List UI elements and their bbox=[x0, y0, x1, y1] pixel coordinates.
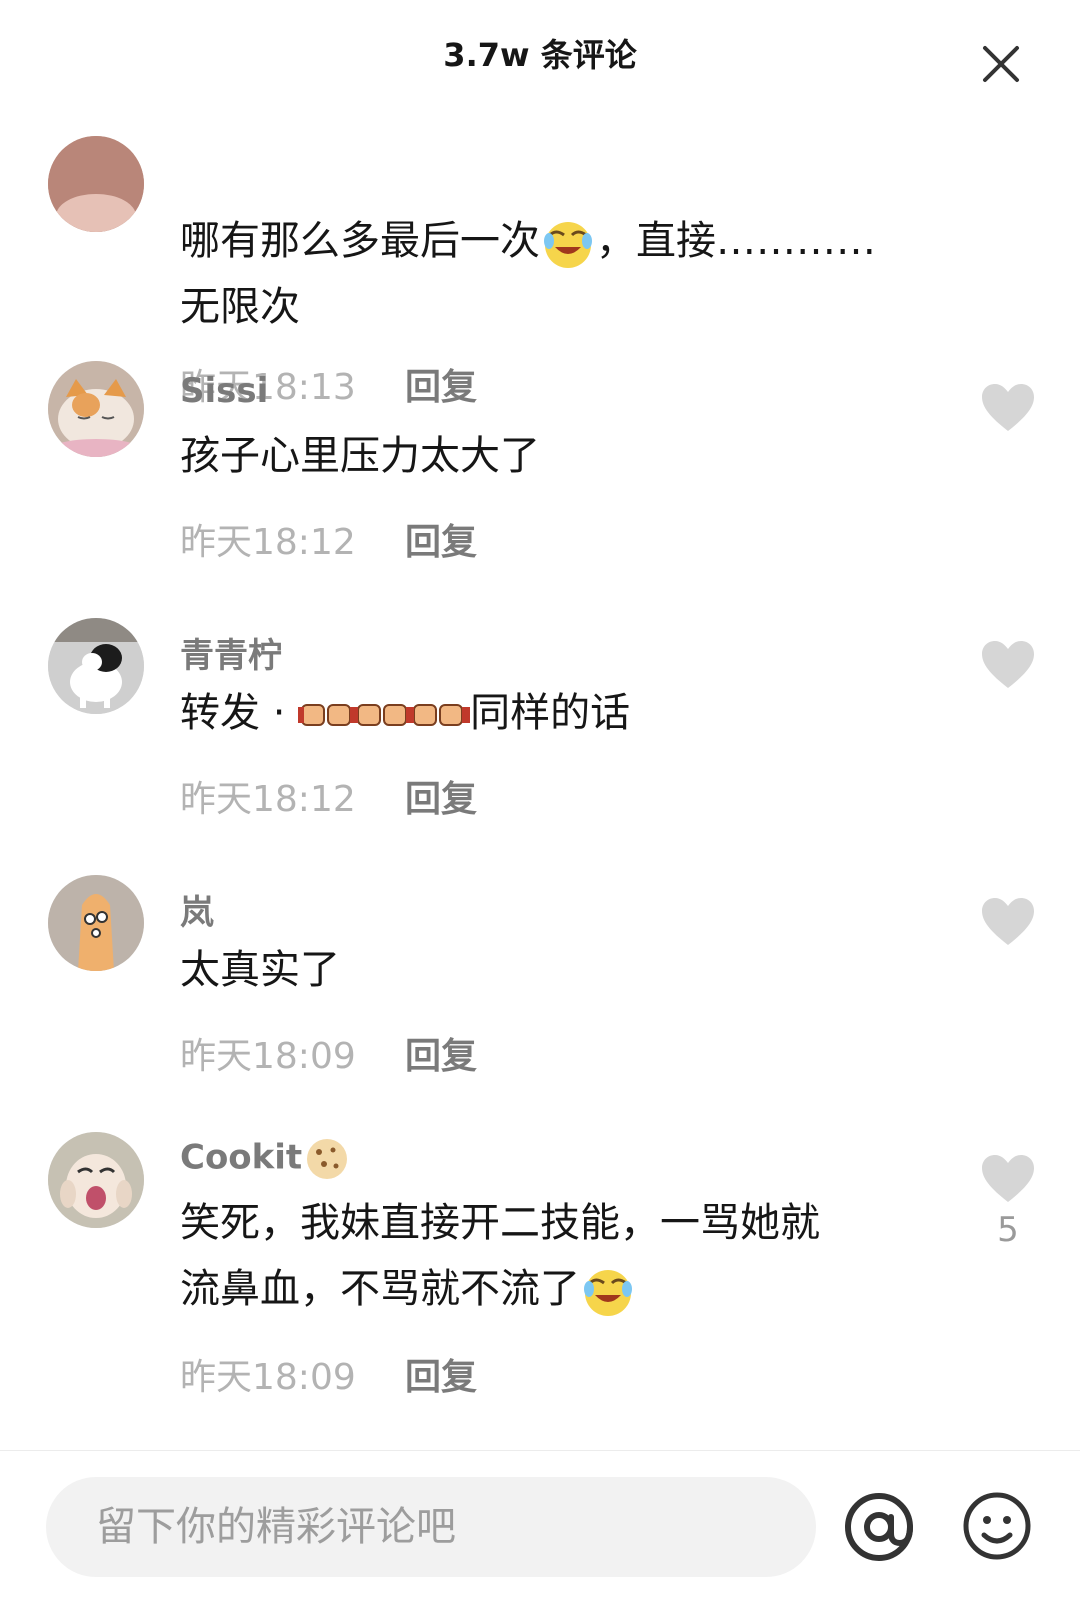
avatar[interactable] bbox=[48, 875, 144, 971]
comment-item: Sissi 孩子心里压力太大了 昨天18:12 回复 bbox=[0, 361, 1080, 618]
heart-icon[interactable] bbox=[980, 1154, 1036, 1204]
comment-count-title: 3.7w 条评论 bbox=[443, 36, 637, 74]
comment-input-bar: 留下你的精彩评论吧 bbox=[0, 1450, 1080, 1607]
avatar[interactable] bbox=[48, 618, 144, 714]
comments-header: 3.7w 条评论 bbox=[0, 0, 1080, 104]
cartoon-avatar-image bbox=[48, 1132, 144, 1228]
emoji-face-icon[interactable] bbox=[962, 1491, 1032, 1561]
avatar[interactable] bbox=[48, 136, 144, 232]
comment-timestamp: 昨天18:09 bbox=[180, 1357, 356, 1398]
comment-timestamp: 昨天18:09 bbox=[180, 1036, 356, 1077]
comment-text-line: 笑死，我妹直接开二技能，一骂她就 bbox=[180, 1200, 820, 1246]
username[interactable]: 青青柠 bbox=[180, 628, 282, 677]
cartoon-avatar-image bbox=[48, 875, 144, 971]
comment-timestamp: 昨天18:12 bbox=[180, 522, 356, 563]
reply-button[interactable]: 回复 bbox=[405, 513, 477, 565]
heart-icon[interactable] bbox=[980, 383, 1036, 433]
avatar[interactable] bbox=[48, 361, 144, 457]
comment-item: Cookit 笑死，我妹直接开二技能，一骂她就 流鼻血，不骂就不流了 昨天18:… bbox=[0, 1132, 1080, 1450]
close-icon[interactable] bbox=[975, 38, 1027, 90]
at-icon[interactable] bbox=[842, 1487, 916, 1567]
comment-text-suffix: 同样的话 bbox=[470, 690, 631, 736]
reply-button[interactable]: 回复 bbox=[405, 1348, 477, 1400]
comment-text-prefix: 转发 · bbox=[180, 690, 299, 736]
avatar[interactable] bbox=[48, 1132, 144, 1228]
cookie-emoji-icon bbox=[307, 1139, 348, 1179]
comment-text: 转发 · 同样的话 bbox=[180, 680, 920, 746]
comment-item: 哪有那么多最后一次 ，直接………… 无限次 昨天18:13 回复 bbox=[0, 104, 1080, 408]
comment-text: 笑死，我妹直接开二技能，一骂她就 流鼻血，不骂就不流了 bbox=[180, 1190, 920, 1322]
tears-of-joy-emoji-icon bbox=[544, 222, 592, 268]
avatar-image bbox=[48, 136, 144, 232]
comment-text: 哪有那么多最后一次 ，直接………… 无限次 bbox=[180, 208, 920, 340]
comment-list[interactable]: 哪有那么多最后一次 ，直接………… 无限次 昨天18:13 回复 Sissi 孩… bbox=[0, 104, 1080, 1450]
comment-input[interactable]: 留下你的精彩评论吧 bbox=[46, 1477, 816, 1577]
comment-item: 岚 太真实了 昨天18:09 回复 bbox=[0, 875, 1080, 1132]
username-text: Cookit bbox=[180, 1137, 303, 1178]
comment-text-part: 哪有那么多最后一次 bbox=[180, 218, 540, 264]
like-count: 5 bbox=[997, 1210, 1019, 1250]
heart-icon[interactable] bbox=[980, 897, 1036, 947]
comment-timestamp: 昨天18:12 bbox=[180, 779, 356, 820]
fist-bump-emoji-icon bbox=[298, 704, 471, 726]
tears-of-joy-emoji-icon bbox=[584, 1270, 632, 1316]
cat-avatar-image bbox=[48, 361, 144, 457]
comment-text-part: ，直接………… bbox=[596, 218, 876, 264]
heart-icon[interactable] bbox=[980, 640, 1036, 690]
username[interactable]: 岚 bbox=[180, 885, 214, 934]
comment-text-part: 无限次 bbox=[180, 284, 300, 330]
reply-button[interactable]: 回复 bbox=[405, 770, 477, 822]
dog-avatar-image bbox=[48, 618, 144, 714]
comment-item: 青青柠 转发 · 同样的话 昨天18:12 回复 bbox=[0, 618, 1080, 875]
comment-text: 太真实了 bbox=[180, 947, 340, 993]
username[interactable]: Cookit bbox=[180, 1136, 350, 1182]
comment-text: 孩子心里压力太大了 bbox=[180, 433, 540, 479]
reply-button[interactable]: 回复 bbox=[405, 1027, 477, 1079]
comment-text-line: 流鼻血，不骂就不流了 bbox=[180, 1266, 580, 1312]
username[interactable]: Sissi bbox=[180, 371, 268, 411]
